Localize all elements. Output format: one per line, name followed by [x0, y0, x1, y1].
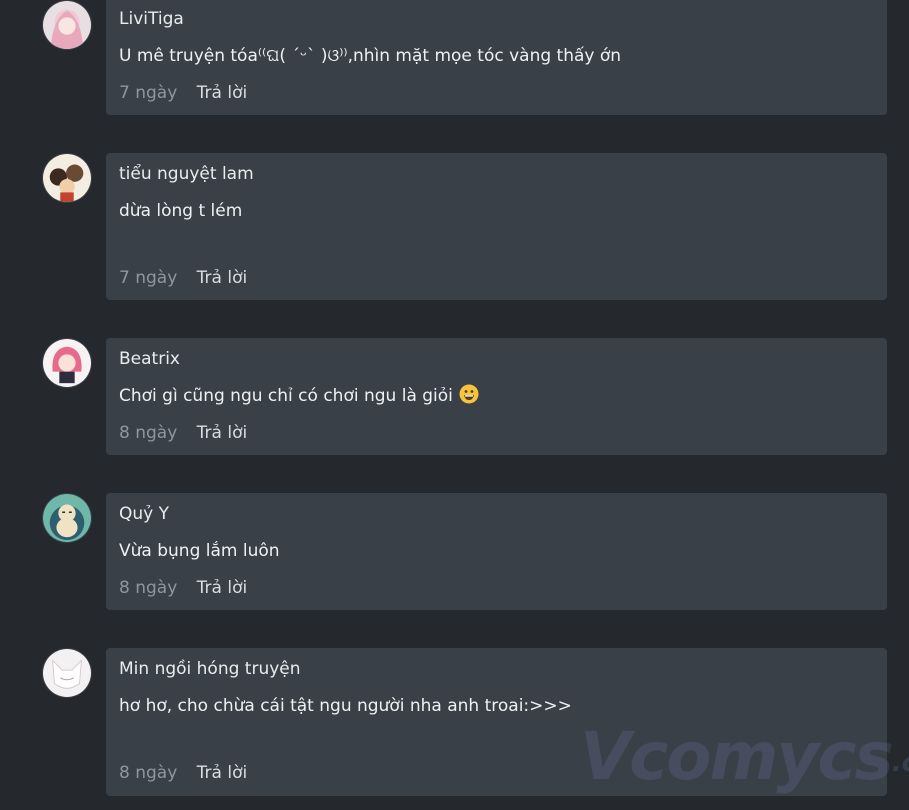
comment-item: Min ngồi hóng truyện hơ hơ, cho chừa cái… — [42, 648, 887, 796]
grinning-face-emoji — [459, 384, 479, 404]
pink-hair-chibi-avatar[interactable] — [42, 338, 92, 388]
comment-item: Quỷ Y Vừa bụng lắm luôn 8 ngày Trả lời — [42, 493, 887, 610]
comment-meta: 8 ngày Trả lời — [119, 577, 247, 599]
reply-button[interactable]: Trả lời — [197, 763, 248, 783]
comment-text: hơ hơ, cho chừa cái tật ngu người nha an… — [119, 696, 572, 716]
comment-time: 8 ngày — [119, 423, 178, 443]
pink-hair-girl-avatar[interactable] — [42, 0, 92, 50]
comment-text: dừa lòng t lém — [119, 201, 243, 221]
reply-button[interactable]: Trả lời — [197, 268, 248, 288]
comment-card: Quỷ Y Vừa bụng lắm luôn 8 ngày Trả lời — [106, 493, 887, 610]
comment-item: Beatrix Chơi gì cũng ngu chỉ có chơi ngu… — [42, 338, 887, 455]
comment-author[interactable]: tiểu nguyệt lam — [119, 163, 254, 185]
reply-button[interactable]: Trả lời — [197, 423, 248, 443]
comment-card: LiviTiga U mê truyện tóa⁽⁽ଘ( ˊᵕˋ )ଓ⁾⁾,nh… — [106, 0, 887, 115]
reply-button[interactable]: Trả lời — [197, 578, 248, 598]
comment-text: Vừa bụng lắm luôn — [119, 541, 280, 561]
comment-author[interactable]: Beatrix — [119, 348, 180, 370]
comment-card: Beatrix Chơi gì cũng ngu chỉ có chơi ngu… — [106, 338, 887, 455]
cartoon-group-avatar[interactable] — [42, 153, 92, 203]
comment-card: tiểu nguyệt lam dừa lòng t lém 7 ngày Tr… — [106, 153, 887, 300]
comment-time: 7 ngày — [119, 268, 178, 288]
comment-time: 7 ngày — [119, 83, 178, 103]
white-fox-avatar[interactable] — [42, 648, 92, 698]
comment-meta: 7 ngày Trả lời — [119, 82, 247, 104]
comment-text: Chơi gì cũng ngu chỉ có chơi ngu là giỏi — [119, 384, 479, 408]
comment-text-content: Chơi gì cũng ngu chỉ có chơi ngu là giỏi — [119, 386, 453, 406]
comment-card: Min ngồi hóng truyện hơ hơ, cho chừa cái… — [106, 648, 887, 796]
comment-author[interactable]: Quỷ Y — [119, 503, 169, 525]
comment-item: tiểu nguyệt lam dừa lòng t lém 7 ngày Tr… — [42, 153, 887, 300]
comment-author[interactable]: Min ngồi hóng truyện — [119, 658, 301, 680]
comment-author[interactable]: LiviTiga — [119, 8, 184, 30]
comment-item: LiviTiga U mê truyện tóa⁽⁽ଘ( ˊᵕˋ )ଓ⁾⁾,nh… — [42, 0, 887, 115]
comment-time: 8 ngày — [119, 763, 178, 783]
reply-button[interactable]: Trả lời — [197, 83, 248, 103]
comment-meta: 8 ngày Trả lời — [119, 762, 247, 784]
comment-text: U mê truyện tóa⁽⁽ଘ( ˊᵕˋ )ଓ⁾⁾,nhìn mặt mọ… — [119, 46, 622, 66]
comment-time: 8 ngày — [119, 578, 178, 598]
snorlax-avatar[interactable] — [42, 493, 92, 543]
watermark-suffix: .com — [891, 748, 909, 778]
comment-meta: 8 ngày Trả lời — [119, 422, 247, 444]
comment-meta: 7 ngày Trả lời — [119, 267, 247, 289]
